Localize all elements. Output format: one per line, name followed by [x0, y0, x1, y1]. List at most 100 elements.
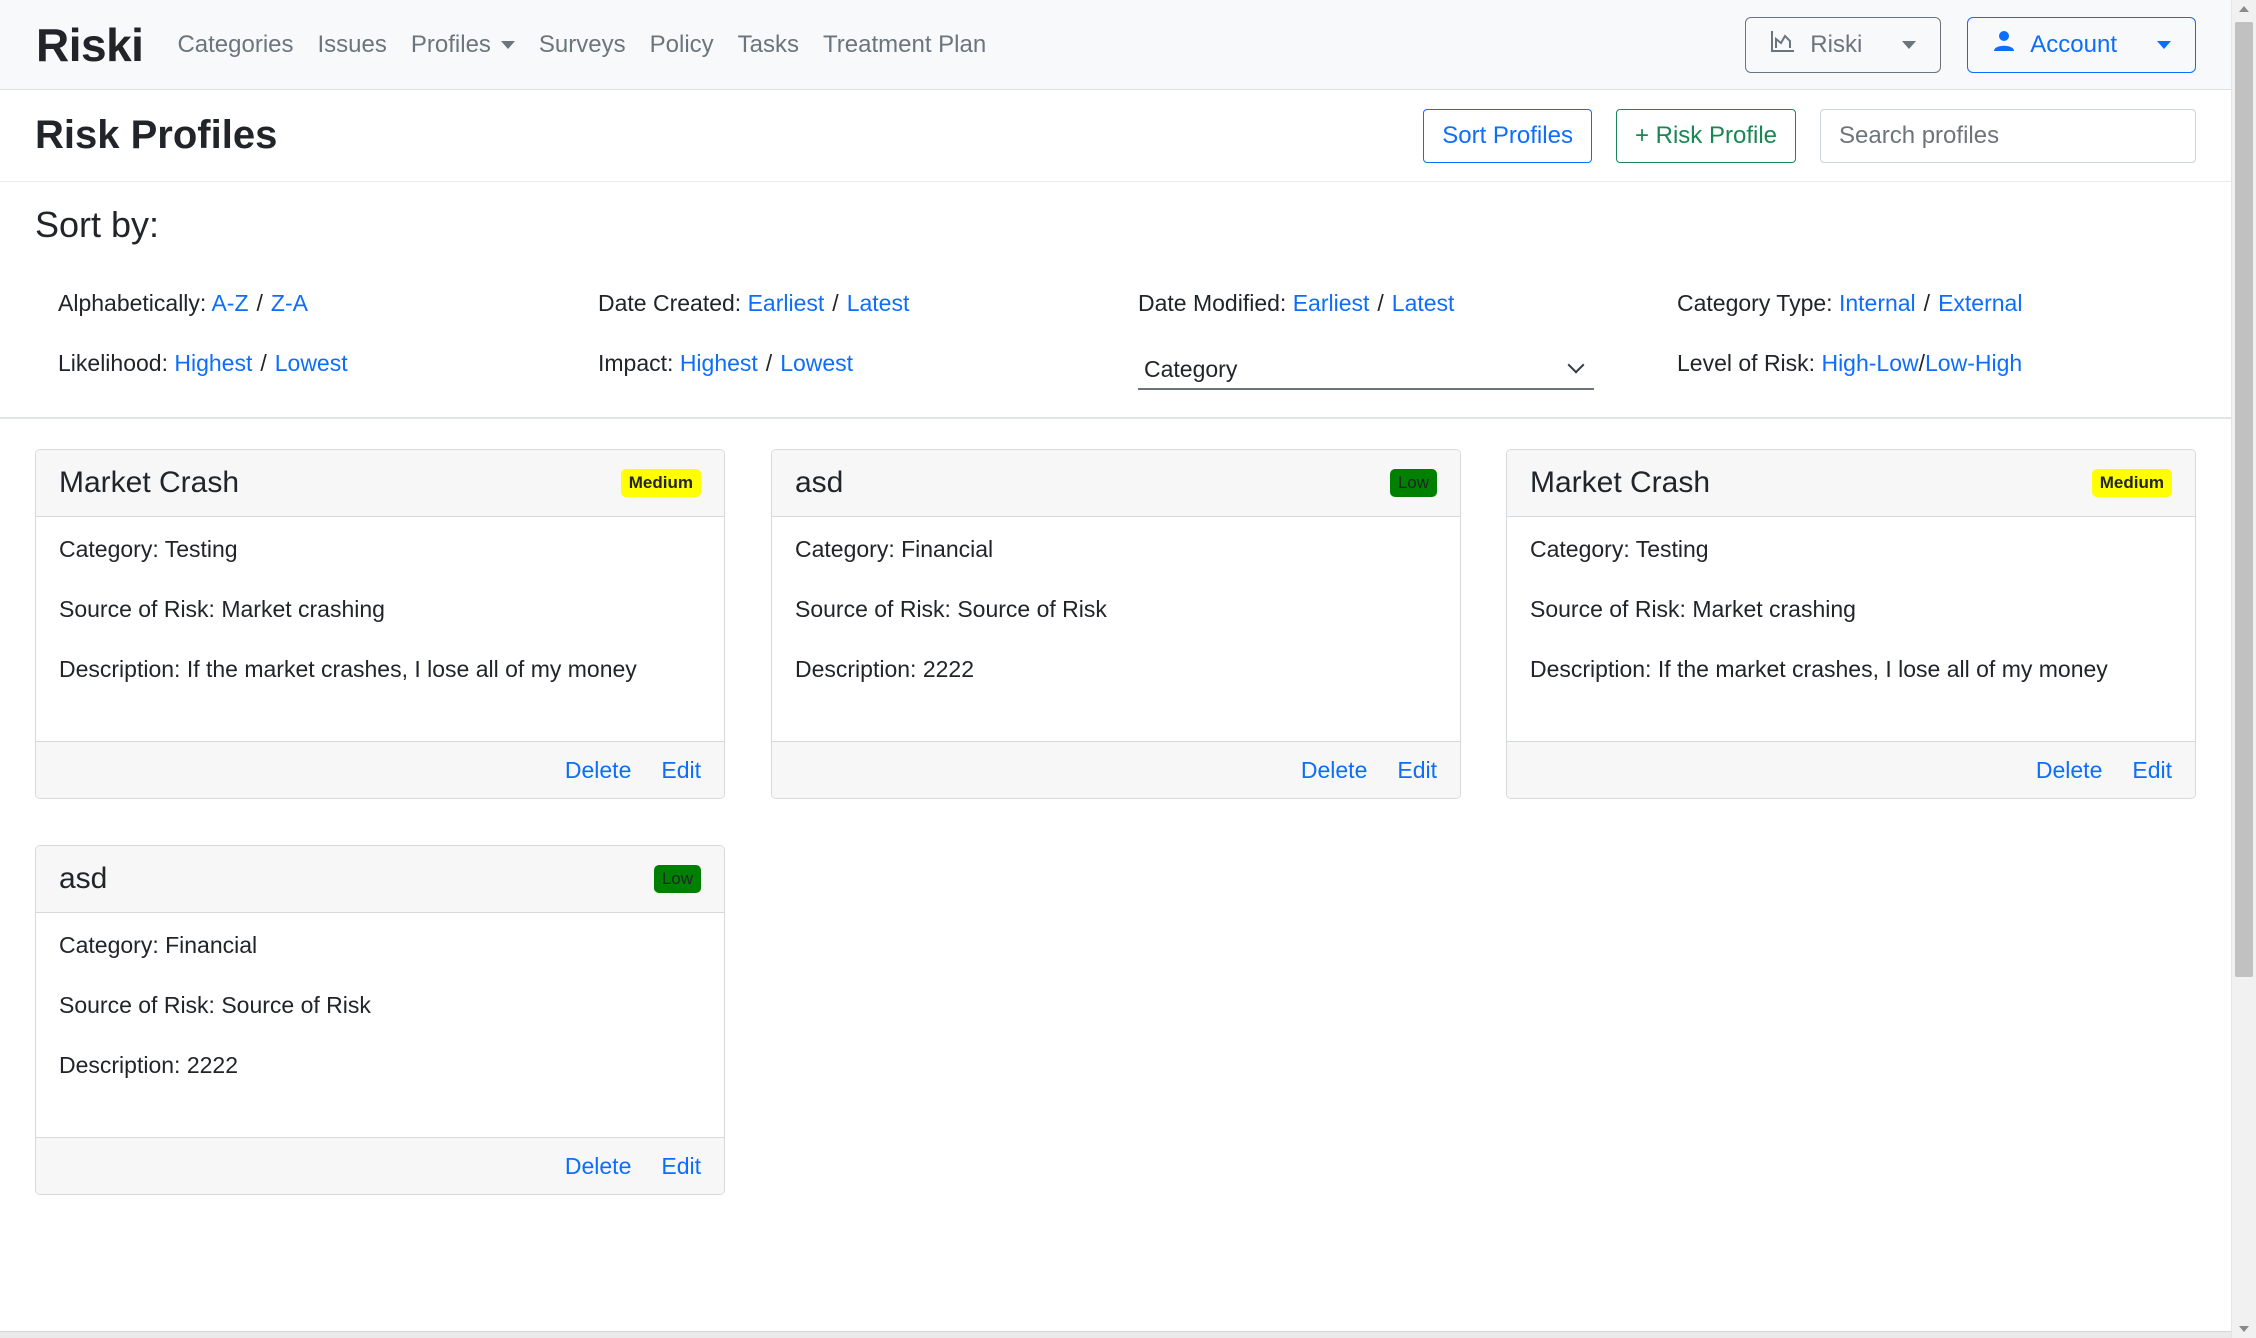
user-icon: [1992, 29, 2016, 60]
sort-impact-lowest-link[interactable]: Lowest: [780, 350, 853, 376]
nav-surveys[interactable]: Surveys: [539, 31, 626, 59]
delete-link[interactable]: Delete: [565, 1153, 631, 1180]
card-footer: Delete Edit: [36, 741, 724, 798]
category-select[interactable]: Category: [1138, 350, 1594, 390]
risk-profile-card: Market Crash Medium Category: Testing So…: [35, 449, 725, 799]
card-category: Category: Testing: [1530, 536, 1709, 562]
separator: /: [765, 350, 773, 376]
separator: /: [832, 290, 839, 316]
card-body: Category: Testing Source of Risk: Market…: [1507, 517, 2195, 743]
sort-likelihood-lowest-link[interactable]: Lowest: [275, 350, 348, 376]
account-label: Account: [2030, 30, 2117, 58]
nav-tasks[interactable]: Tasks: [738, 31, 799, 59]
sort-z-a-link[interactable]: Z-A: [271, 290, 308, 316]
card-footer: Delete Edit: [1507, 741, 2195, 798]
edit-link[interactable]: Edit: [661, 757, 701, 784]
nav-policy[interactable]: Policy: [650, 31, 714, 59]
card-title: asd: [59, 862, 108, 895]
card-category: Category: Financial: [59, 932, 258, 958]
caret-down-icon: [500, 40, 515, 49]
delete-link[interactable]: Delete: [565, 757, 631, 784]
scrollbar-thumb[interactable]: [2235, 22, 2253, 977]
card-body: Category: Financial Source of Risk: Sour…: [772, 517, 1460, 743]
category-select-value: Category: [1144, 355, 1238, 382]
account-button[interactable]: Account: [1967, 16, 2196, 73]
card-body: Category: Financial Source of Risk: Sour…: [36, 913, 724, 1139]
scroll-up-icon[interactable]: [2239, 6, 2249, 12]
page-title: Risk Profiles: [35, 113, 278, 157]
vertical-scrollbar[interactable]: [2231, 0, 2256, 1338]
page: Riski Categories Issues Profiles Surveys…: [0, 0, 2232, 1338]
edit-link[interactable]: Edit: [1397, 757, 1437, 784]
scroll-down-icon[interactable]: [2239, 1326, 2249, 1332]
chart-icon: [1770, 29, 1796, 60]
sort-modified-earliest-link[interactable]: Earliest: [1293, 290, 1370, 316]
horizontal-scrollbar[interactable]: [0, 1331, 2232, 1338]
card-title: Market Crash: [1530, 466, 1711, 499]
card-category: Category: Financial: [795, 536, 994, 562]
sort-low-high-link[interactable]: Low-High: [1925, 350, 2022, 376]
nav-issues[interactable]: Issues: [318, 31, 387, 59]
delete-link[interactable]: Delete: [2036, 757, 2102, 784]
edit-link[interactable]: Edit: [661, 1153, 701, 1180]
risk-level-badge: Medium: [2091, 469, 2172, 497]
caret-down-icon: [2157, 40, 2171, 49]
risk-level-badge: Medium: [620, 469, 701, 497]
sort-date-created-label: Date Created:: [598, 290, 742, 316]
sort-panel: Sort by: Alphabetically: A-Z / Z-A Date Cr…: [0, 182, 2232, 419]
edit-link[interactable]: Edit: [2132, 757, 2172, 784]
sort-date-modified: Date Modified: Earliest / Latest: [1138, 290, 1454, 317]
sort-level-of-risk-label: Level of Risk:: [1677, 350, 1816, 376]
sort-created-earliest-link[interactable]: Earliest: [748, 290, 825, 316]
card-source: Source of Risk: Source of Risk: [59, 992, 371, 1018]
sort-created-latest-link[interactable]: Latest: [847, 290, 910, 316]
search-input[interactable]: [1820, 108, 2196, 163]
add-risk-profile-button[interactable]: + Risk Profile: [1615, 108, 1796, 163]
nav-categories[interactable]: Categories: [177, 31, 293, 59]
separator: /: [260, 350, 267, 376]
card-footer: Delete Edit: [772, 741, 1460, 798]
app-switcher-button[interactable]: Riski: [1745, 16, 1942, 73]
sort-impact: Impact: Highest / Lowest: [598, 350, 853, 377]
risk-level-badge: Low: [653, 865, 701, 893]
nav-profiles-dropdown[interactable]: Profiles: [411, 31, 515, 59]
sort-likelihood-label: Likelihood:: [58, 350, 168, 376]
nav-treatment-plan[interactable]: Treatment Plan: [823, 31, 986, 59]
sort-profiles-button[interactable]: Sort Profiles: [1423, 108, 1592, 163]
card-category: Category: Testing: [59, 536, 238, 562]
sort-date-created: Date Created: Earliest / Latest: [598, 290, 909, 317]
header-actions: Sort Profiles + Risk Profile: [1423, 108, 2196, 163]
sort-heading: Sort by:: [35, 204, 160, 245]
sort-likelihood-highest-link[interactable]: Highest: [174, 350, 252, 376]
card-description: Description: 2222: [795, 656, 974, 682]
brand-logo[interactable]: Riski: [36, 18, 144, 72]
risk-profile-card: asd Low Category: Financial Source of Ri…: [771, 449, 1461, 799]
sort-level-of-risk: Level of Risk: High-Low/Low-High: [1677, 350, 2022, 377]
card-header: Market Crash Medium: [1507, 450, 2195, 517]
app-switcher-label: Riski: [1810, 30, 1863, 58]
sort-internal-link[interactable]: Internal: [1839, 290, 1916, 316]
card-title: Market Crash: [59, 466, 240, 499]
sort-category-type: Category Type: Internal / External: [1677, 290, 2022, 317]
caret-down-icon: [1902, 40, 1917, 49]
navbar-right: Riski Account: [1745, 16, 2196, 73]
separator: /: [1923, 290, 1931, 316]
card-footer: Delete Edit: [36, 1137, 724, 1194]
card-header: Market Crash Medium: [36, 450, 724, 517]
card-body: Category: Testing Source of Risk: Market…: [36, 517, 724, 743]
sort-impact-label: Impact:: [598, 350, 674, 376]
delete-link[interactable]: Delete: [1301, 757, 1367, 784]
card-title: asd: [795, 466, 844, 499]
page-header: Risk Profiles Sort Profiles + Risk Profi…: [0, 90, 2232, 182]
sort-impact-highest-link[interactable]: Highest: [680, 350, 758, 376]
risk-level-badge: Low: [1389, 469, 1437, 497]
sort-a-z-link[interactable]: A-Z: [211, 290, 248, 316]
sort-modified-latest-link[interactable]: Latest: [1392, 290, 1455, 316]
sort-alphabetically-label: Alphabetically:: [58, 290, 207, 316]
sort-external-link[interactable]: External: [1938, 290, 2022, 316]
card-source: Source of Risk: Market crashing: [59, 596, 385, 622]
card-source: Source of Risk: Source of Risk: [795, 596, 1107, 622]
card-source: Source of Risk: Market crashing: [1530, 596, 1856, 622]
card-header: asd Low: [36, 846, 724, 913]
sort-high-low-link[interactable]: High-Low: [1821, 350, 1918, 376]
